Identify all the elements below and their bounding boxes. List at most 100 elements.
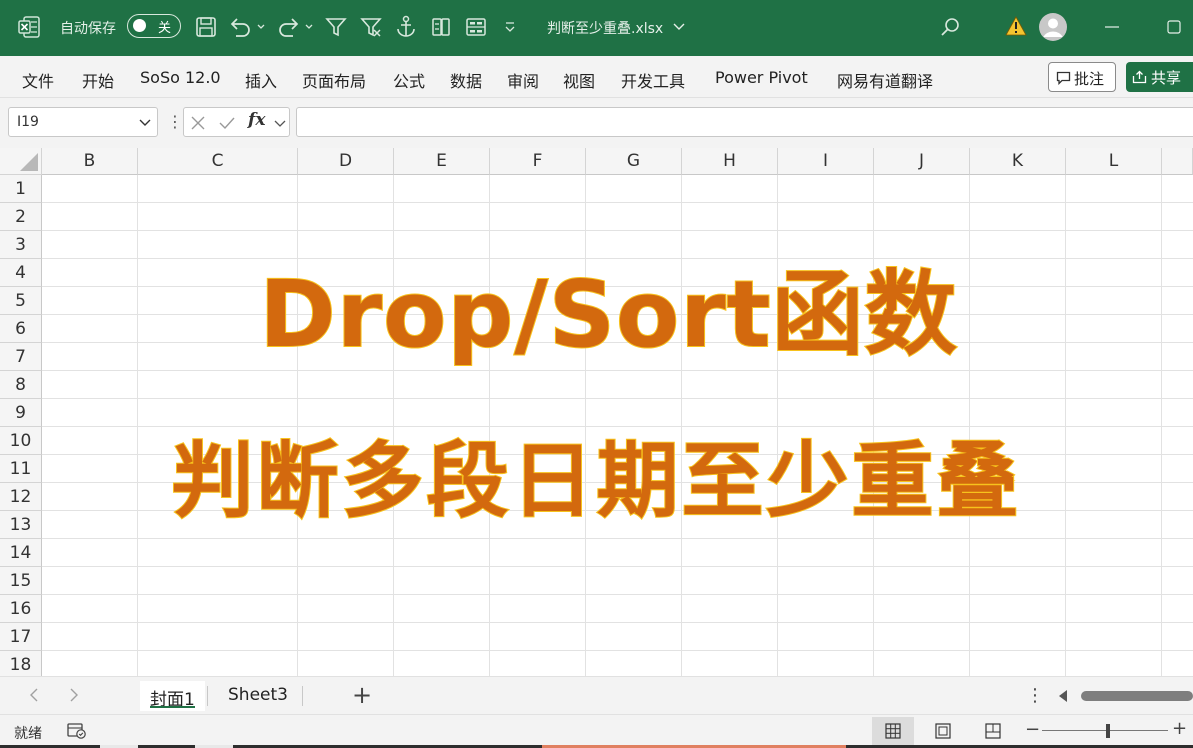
column-header-h[interactable]: H	[682, 148, 778, 175]
row-header-15[interactable]: 15	[0, 567, 42, 595]
tab-developer[interactable]: 开发工具	[621, 68, 685, 92]
search-icon[interactable]	[940, 16, 962, 38]
save-icon[interactable]	[195, 16, 217, 38]
filter-icon[interactable]	[325, 16, 347, 38]
row-header-14[interactable]: 14	[0, 539, 42, 567]
column-header-d[interactable]: D	[298, 148, 394, 175]
row-header-18[interactable]: 18	[0, 651, 42, 676]
column-header-l[interactable]: L	[1066, 148, 1162, 175]
autosave-label: 自动保存	[60, 21, 116, 37]
chevron-left-icon[interactable]	[28, 688, 40, 702]
zoom-slider[interactable]	[1042, 730, 1168, 731]
row-header-2[interactable]: 2	[0, 203, 42, 231]
tab-youdao-translate[interactable]: 网易有道翻译	[837, 68, 933, 92]
sheet-tab-cover1[interactable]: 封面1	[140, 681, 205, 711]
form-icon[interactable]	[430, 16, 452, 38]
warning-icon[interactable]	[1005, 16, 1027, 36]
cover-subtitle: 判断多段日期至少重叠	[170, 433, 1022, 530]
anchor-icon[interactable]	[395, 15, 417, 39]
formula-bar: I19 ⋮ fx	[0, 98, 1193, 148]
column-header-f[interactable]: F	[490, 148, 586, 175]
tab-home[interactable]: 开始	[82, 68, 114, 92]
normal-view-button[interactable]	[872, 717, 914, 745]
share-button[interactable]: 共享	[1126, 62, 1193, 92]
tab-divider	[207, 686, 208, 706]
gridline	[42, 230, 1193, 231]
cover-title: Drop/Sort函数	[258, 260, 958, 369]
accessibility-icon[interactable]	[67, 722, 87, 740]
worksheet-grid[interactable]: B C D E F G H I J K L 1 2 3 4 5 6 7 8 9 …	[0, 148, 1193, 676]
select-all-corner[interactable]	[0, 148, 42, 175]
active-sheet-indicator	[150, 706, 195, 708]
column-header-g[interactable]: G	[586, 148, 682, 175]
zoom-slider-thumb[interactable]	[1106, 724, 1110, 738]
undo-icon[interactable]	[228, 16, 268, 38]
table-layout-icon[interactable]	[465, 16, 487, 38]
chevron-right-icon[interactable]	[68, 688, 80, 702]
tab-formulas[interactable]: 公式	[393, 68, 425, 92]
select-all-triangle-icon	[20, 153, 38, 171]
horizontal-scrollbar[interactable]	[1081, 691, 1193, 701]
tab-page-layout[interactable]: 页面布局	[302, 68, 366, 92]
status-text: 就绪	[14, 726, 42, 742]
chevron-down-icon[interactable]	[274, 119, 286, 129]
sheet-tab-sheet3[interactable]: Sheet3	[218, 681, 298, 711]
cancel-icon[interactable]	[190, 115, 206, 131]
redo-icon[interactable]	[277, 16, 317, 38]
comment-icon	[1056, 71, 1071, 85]
share-icon	[1132, 70, 1147, 84]
scroll-left-icon[interactable]	[1058, 690, 1068, 702]
document-title[interactable]: 判断至少重叠.xlsx	[547, 18, 663, 38]
gridline	[42, 202, 1193, 203]
page-layout-icon	[935, 723, 951, 739]
tab-view[interactable]: 视图	[563, 68, 595, 92]
tab-insert[interactable]: 插入	[245, 68, 277, 92]
minimize-icon[interactable]	[1105, 26, 1119, 28]
column-header-b[interactable]: B	[42, 148, 138, 175]
gridline	[42, 538, 1193, 539]
comments-button[interactable]: 批注	[1048, 62, 1116, 92]
tab-review[interactable]: 审阅	[507, 68, 539, 92]
insert-function-icon[interactable]: fx	[248, 110, 265, 130]
avatar-icon[interactable]	[1038, 12, 1068, 42]
enter-check-icon[interactable]	[218, 115, 236, 131]
row-header-17[interactable]: 17	[0, 623, 42, 651]
gridline	[42, 398, 1193, 399]
add-sheet-button[interactable]: +	[352, 681, 372, 709]
name-box-value: I19	[17, 114, 39, 130]
grid-view-icon	[885, 723, 901, 739]
sheet-tab-label: Sheet3	[228, 685, 288, 705]
chevron-down-icon[interactable]	[672, 21, 686, 33]
clear-filter-icon[interactable]	[360, 16, 382, 38]
zoom-out-button[interactable]: −	[1025, 719, 1040, 740]
page-break-icon	[985, 723, 1001, 739]
column-header-e[interactable]: E	[394, 148, 490, 175]
status-bar: 就绪 − +	[0, 714, 1193, 748]
tab-file[interactable]: 文件	[22, 68, 54, 92]
customize-qat-icon[interactable]	[503, 20, 517, 34]
more-options-icon[interactable]: ⋮	[167, 112, 183, 131]
zoom-in-button[interactable]: +	[1172, 718, 1187, 739]
column-header-j[interactable]: J	[874, 148, 970, 175]
autosave-toggle[interactable]: 关	[127, 14, 181, 38]
name-box[interactable]: I19	[8, 107, 158, 137]
column-header-c[interactable]: C	[138, 148, 298, 175]
row-header-1[interactable]: 1	[0, 175, 42, 203]
page-break-view-button[interactable]	[972, 717, 1014, 745]
column-header-m[interactable]	[1162, 148, 1193, 175]
tab-soso[interactable]: SoSo 12.0	[140, 68, 221, 87]
maximize-icon[interactable]	[1167, 20, 1181, 34]
row-header-16[interactable]: 16	[0, 595, 42, 623]
toggle-knob	[133, 19, 146, 32]
tab-power-pivot[interactable]: Power Pivot	[715, 68, 808, 87]
chevron-down-icon	[139, 119, 151, 126]
gridline	[42, 650, 1193, 651]
tab-data[interactable]: 数据	[450, 68, 482, 92]
more-options-icon[interactable]: ⋮	[1026, 685, 1044, 706]
page-layout-view-button[interactable]	[922, 717, 964, 745]
row-header-8[interactable]: 8	[0, 371, 42, 399]
formula-input[interactable]	[296, 107, 1193, 137]
column-header-i[interactable]: I	[778, 148, 874, 175]
comments-label: 批注	[1074, 70, 1105, 88]
column-header-k[interactable]: K	[970, 148, 1066, 175]
